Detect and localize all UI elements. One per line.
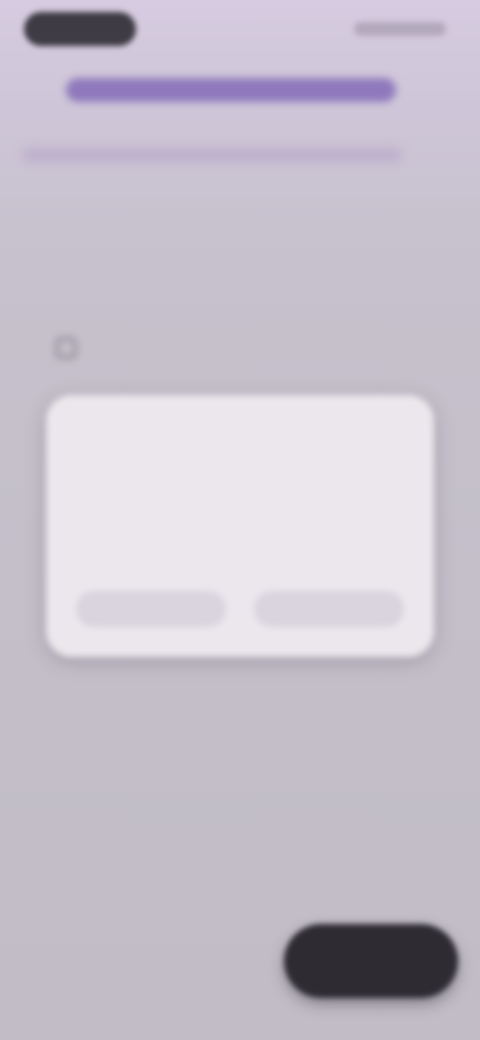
top-right-action[interactable] <box>354 22 446 36</box>
dialog-secondary-button[interactable] <box>76 591 226 627</box>
checkbox-icon[interactable] <box>56 338 76 358</box>
confirmation-dialog <box>46 395 434 657</box>
banner-bar <box>66 78 396 102</box>
section-label-row[interactable] <box>56 338 100 358</box>
subtitle-line <box>22 148 402 162</box>
top-left-pill-button[interactable] <box>24 12 136 46</box>
dialog-actions <box>76 591 404 627</box>
dialog-primary-button[interactable] <box>254 591 404 627</box>
top-bar <box>0 0 480 60</box>
floating-action-button[interactable] <box>284 924 458 998</box>
